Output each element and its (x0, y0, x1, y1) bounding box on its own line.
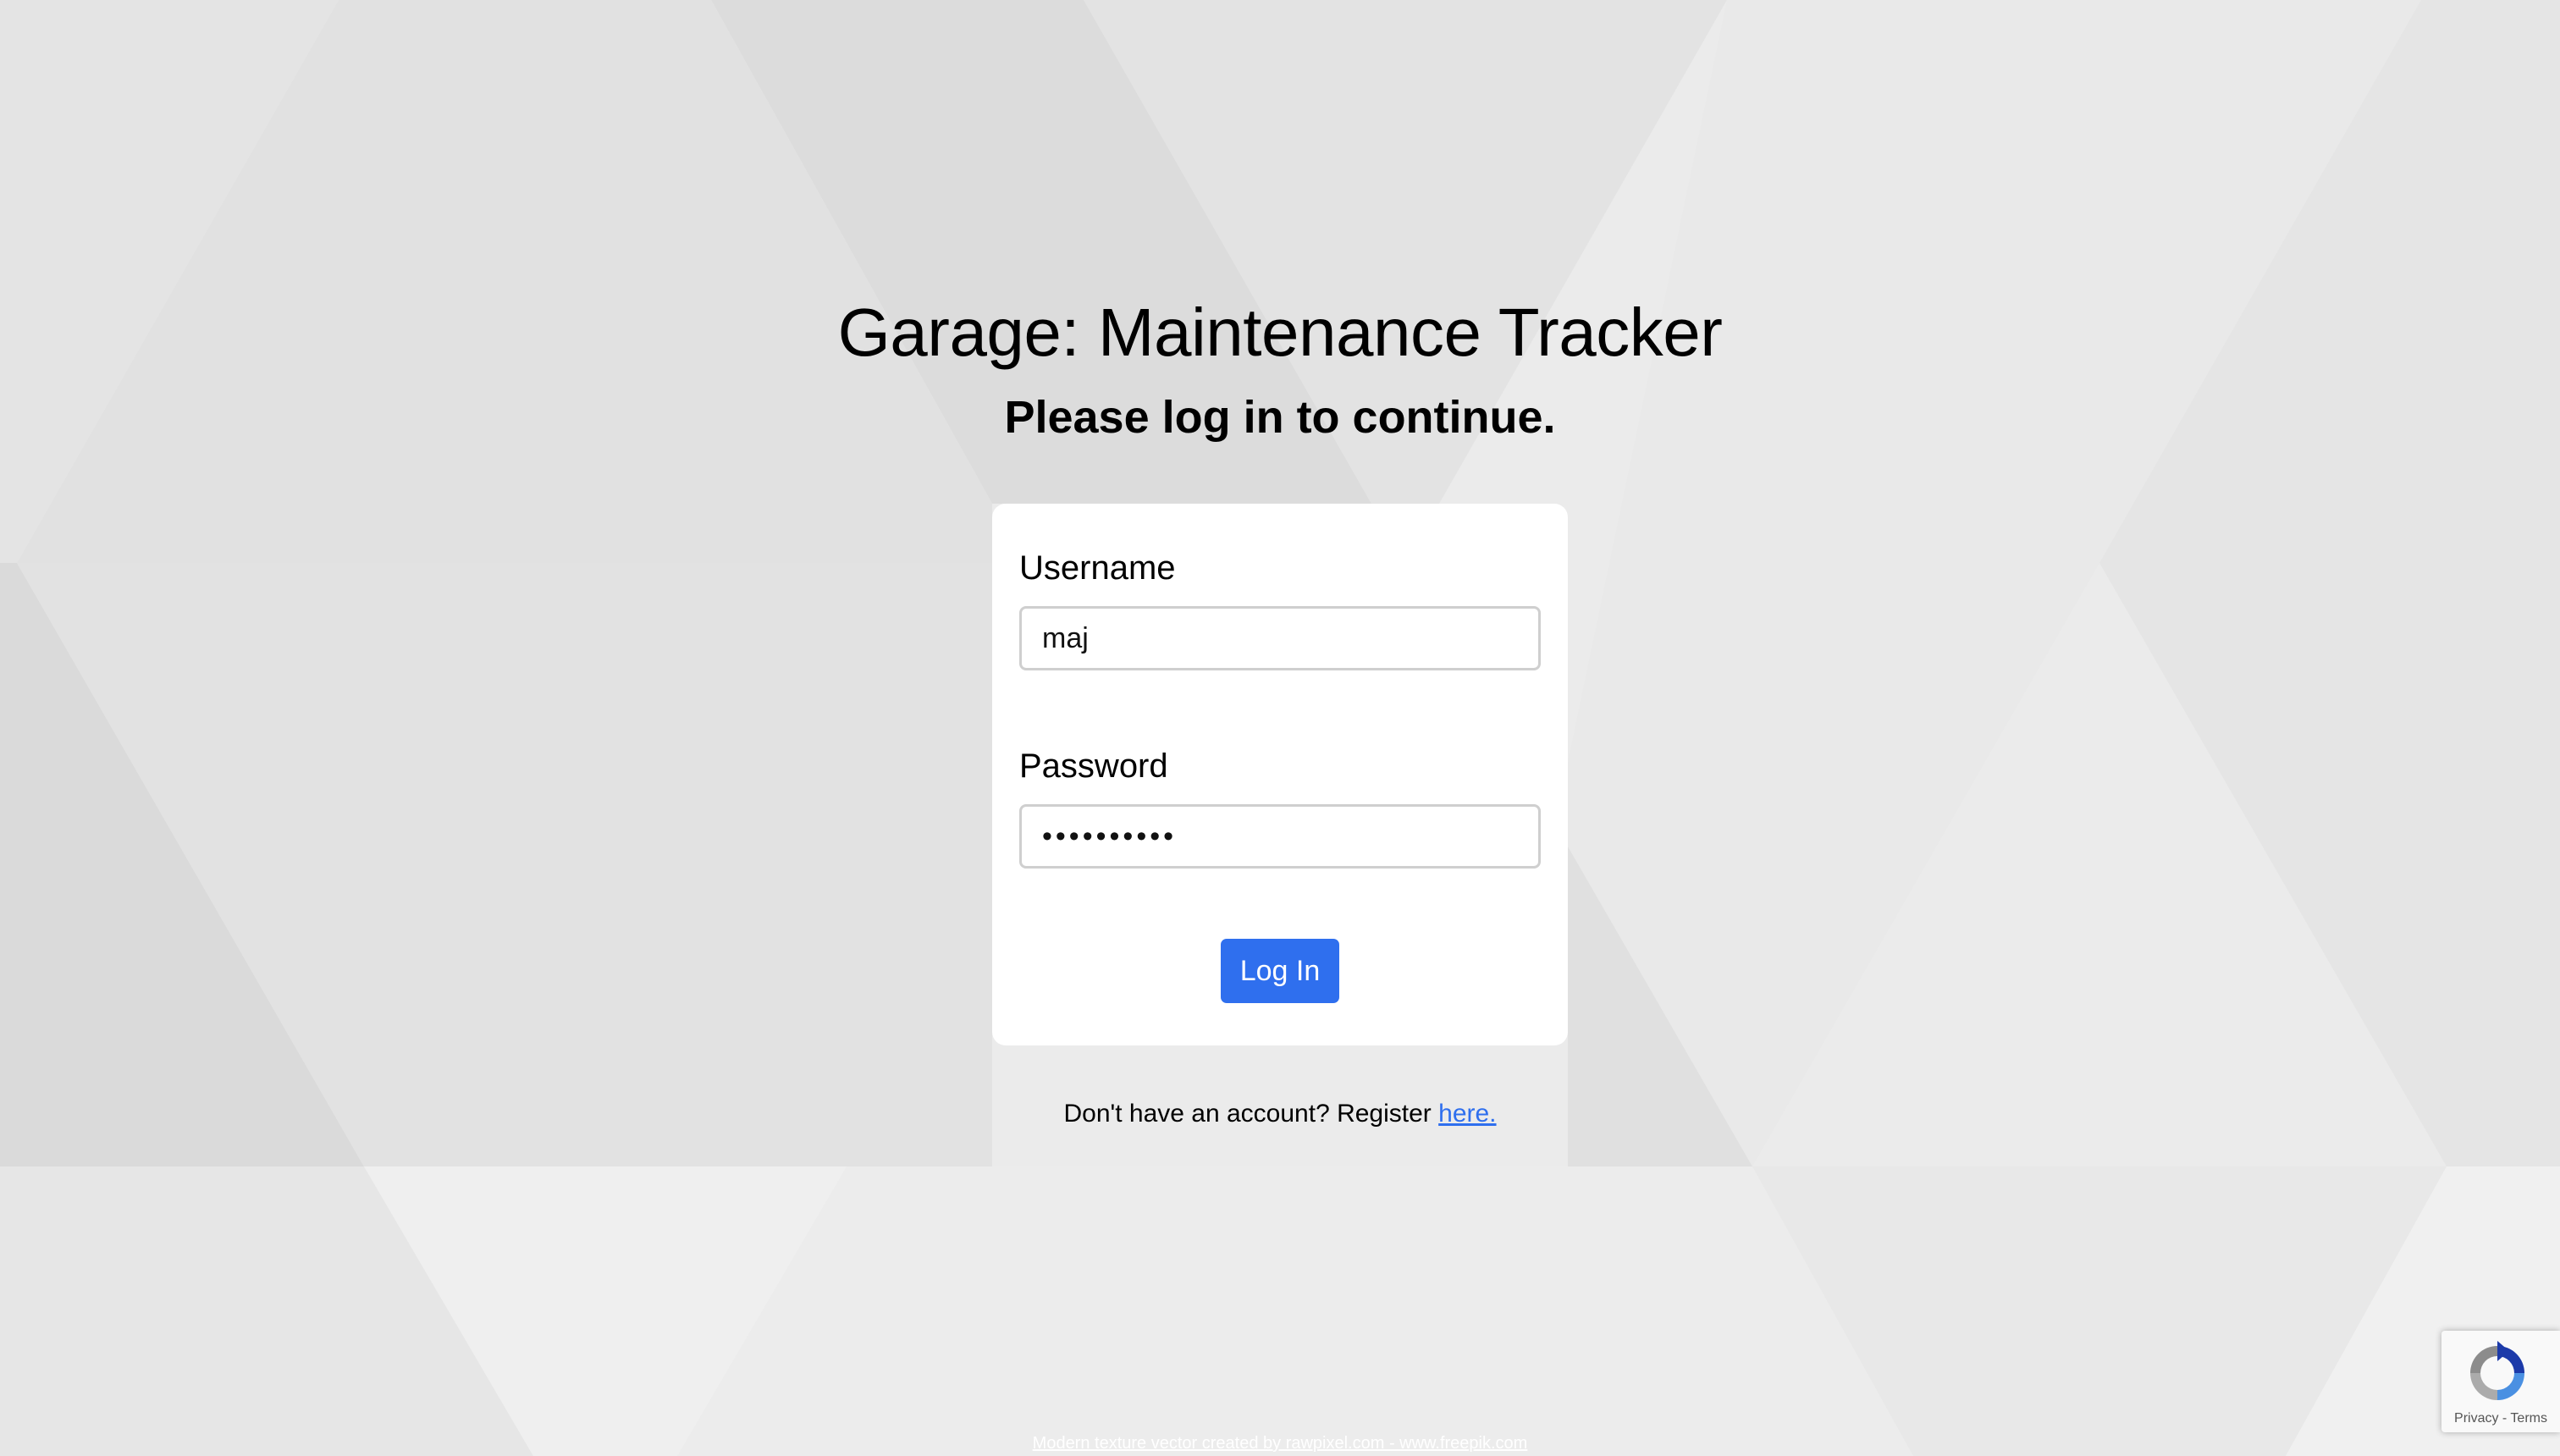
login-button[interactable]: Log In (1221, 939, 1339, 1003)
recaptcha-icon (2470, 1341, 2524, 1400)
password-label: Password (1019, 747, 1168, 785)
attribution-link[interactable]: Modern texture vector created by rawpixe… (0, 1432, 2560, 1454)
register-link[interactable]: here. (1438, 1100, 1496, 1128)
username-label: Username (1019, 549, 1176, 587)
register-prompt-text: Don't have an account? Register (1063, 1100, 1439, 1128)
recaptcha-terms[interactable]: Privacy - Terms (2441, 1410, 2560, 1427)
username-input[interactable] (1019, 606, 1541, 670)
page-subtitle: Please log in to continue. (1004, 392, 1556, 443)
password-input[interactable] (1019, 804, 1541, 869)
register-prompt: Don't have an account? Register here. (0, 1097, 2560, 1131)
login-form: Username Password Log In (992, 504, 1568, 1045)
page-title: Garage: Maintenance Tracker (837, 295, 1723, 370)
recaptcha-badge[interactable]: Privacy - Terms (2441, 1331, 2560, 1432)
